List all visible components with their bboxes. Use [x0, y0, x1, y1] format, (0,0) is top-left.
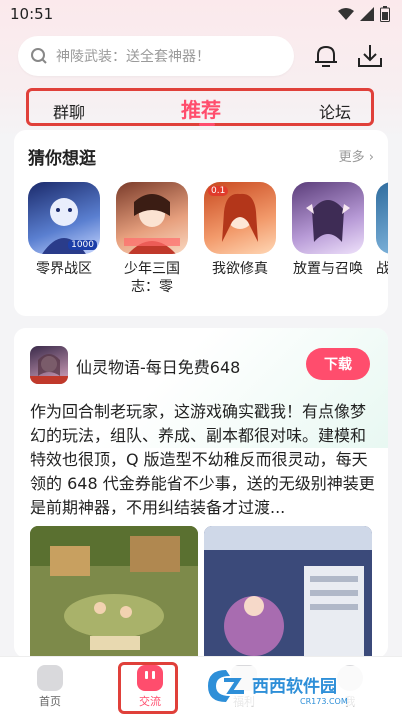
game-item[interactable]: 放置与召唤 — [292, 182, 364, 278]
chevron-right-icon: › — [368, 150, 374, 165]
guess-section: 猜你想逛 更多 › 1000 零界战区 少年三国志：零 0.1 我欲修真 放置与… — [14, 130, 388, 316]
game-name: 少年三国志：零 — [124, 261, 180, 295]
status-time: 10:51 — [10, 5, 54, 23]
home-icon — [37, 665, 63, 691]
download-button[interactable]: 下载 — [306, 348, 370, 380]
signal-icon — [360, 7, 374, 21]
nav-label: 首页 — [39, 695, 61, 708]
tab-recommend[interactable]: 推荐 — [181, 94, 221, 123]
game-icon: 1000 — [28, 182, 100, 254]
feed-game-title[interactable]: 仙灵物语-每日免费648 — [76, 354, 240, 378]
battery-icon — [380, 6, 390, 22]
game-icon — [376, 182, 388, 254]
game-avatar — [30, 346, 68, 384]
game-badge: 1000 — [68, 240, 97, 250]
game-icon — [292, 182, 364, 254]
tab-active-indicator — [199, 123, 215, 126]
tab-forum[interactable]: 论坛 — [319, 99, 351, 123]
svg-text:CR173.COM: CR173.COM — [300, 697, 348, 706]
wifi-icon — [338, 8, 354, 20]
tab-group-chat[interactable]: 群聊 — [53, 99, 85, 123]
search-icon — [31, 48, 47, 64]
svg-text:西西软件园: 西西软件园 — [252, 676, 337, 697]
game-item[interactable]: 1000 零界战区 — [28, 182, 100, 278]
game-item[interactable]: 战 — [376, 182, 388, 278]
game-name: 放置与召唤 — [293, 261, 363, 277]
search-input[interactable]: 神陵武装：送全套神器！ — [18, 36, 294, 76]
game-icon: 0.1 — [204, 182, 276, 254]
bell-icon[interactable] — [312, 42, 340, 70]
feed-card[interactable]: 仙灵物语-每日免费648 下载 作为回合制老玩家，这游戏确实戳我！有点像梦幻的玩… — [14, 328, 388, 658]
more-label: 更多 — [338, 150, 365, 165]
watermark-logo: 西西软件园 CR173.COM — [200, 662, 386, 710]
game-name: 零界战区 — [36, 261, 92, 277]
more-link[interactable]: 更多 › — [339, 146, 374, 165]
screenshot-image[interactable] — [30, 526, 198, 658]
tab-bar: 群聊 推荐 论坛 — [26, 88, 374, 126]
status-bar: 10:51 — [0, 0, 402, 30]
game-icon — [116, 182, 188, 254]
nav-home[interactable]: 首页 — [20, 665, 80, 709]
search-placeholder: 神陵武装：送全套神器！ — [56, 49, 210, 65]
feed-post-text[interactable]: 作为回合制老玩家，这游戏确实戳我！有点像梦幻的玩法，组队、养成、副本都很对味。建… — [30, 400, 376, 520]
game-name: 我欲修真 — [212, 261, 268, 277]
game-item[interactable]: 0.1 我欲修真 — [204, 182, 276, 278]
game-badge: 0.1 — [208, 186, 229, 196]
section-title: 猜你想逛 — [28, 149, 96, 169]
screenshot-image[interactable] — [204, 526, 372, 658]
game-name: 战 — [376, 261, 388, 277]
active-tab-highlight — [118, 662, 178, 714]
status-icons — [338, 6, 390, 22]
game-item[interactable]: 少年三国志：零 — [116, 182, 188, 296]
download-icon[interactable] — [356, 42, 384, 70]
